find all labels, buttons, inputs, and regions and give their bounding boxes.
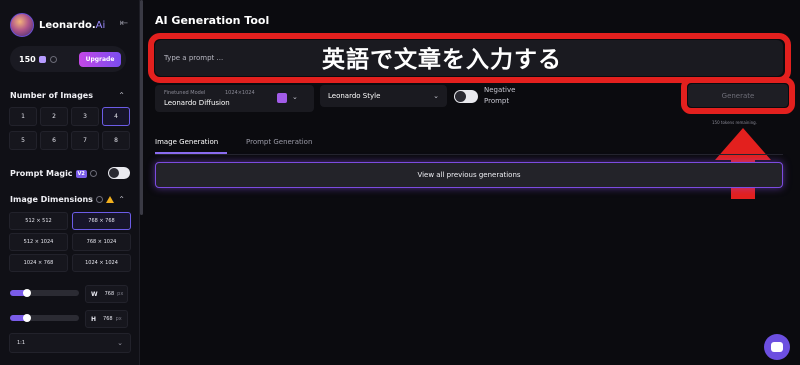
chevron-up-icon[interactable]: ⌃ [118, 195, 125, 204]
aspect-ratio-select[interactable]: 1:1 ⌄ [9, 333, 131, 353]
model-name: Leonardo Diffusion [164, 99, 230, 107]
dimension-option-button[interactable]: 512 × 512 [9, 212, 68, 230]
dimension-option-button[interactable]: 768 × 1024 [72, 233, 131, 251]
dimension-option-button[interactable]: 512 × 1024 [9, 233, 68, 251]
style-select[interactable]: Leonardo Style ⌄ [320, 85, 447, 107]
view-all-generations-button[interactable]: View all previous generations [155, 162, 783, 188]
number-option-button[interactable]: 8 [102, 131, 130, 150]
tab-divider [155, 154, 783, 155]
token-count: 150 [19, 54, 36, 64]
model-resolution: 1024×1024 [225, 90, 255, 96]
number-option-button[interactable]: 4 [102, 107, 130, 126]
chevron-down-icon: ⌄ [433, 92, 439, 100]
token-balance: 150 Upgrade [10, 46, 126, 72]
chat-icon [771, 342, 783, 352]
tab-image-generation[interactable]: Image Generation [155, 138, 218, 146]
number-option-button[interactable]: 7 [71, 131, 99, 150]
tab-prompt-generation[interactable]: Prompt Generation [246, 138, 312, 146]
annotation-caption: 英語で文章を入力する [322, 47, 562, 73]
help-icon[interactable] [89, 170, 97, 177]
image-dimensions-grid: 512 × 512 768 × 768 512 × 1024 768 × 1024 10… [9, 212, 131, 272]
width-value: 768 [104, 291, 115, 297]
prompt-magic-toggle[interactable] [108, 167, 130, 179]
info-icon[interactable] [49, 55, 57, 63]
model-select[interactable]: Finetuned Model 1024×1024 Leonardo Diffu… [155, 85, 314, 112]
page-title: AI Generation Tool [155, 14, 270, 27]
width-field[interactable]: W 768 px [85, 285, 128, 303]
height-value: 768 [103, 316, 113, 322]
height-field[interactable]: H 768 px [85, 310, 128, 328]
tokens-remaining: 150 tokens remaining. [712, 120, 757, 125]
number-option-button[interactable]: 3 [71, 107, 99, 126]
dimension-option-button[interactable]: 768 × 768 [72, 212, 131, 230]
upgrade-button[interactable]: Upgrade [79, 51, 121, 67]
token-coin-icon [38, 55, 46, 63]
number-of-images-grid: 1234 5678 [9, 107, 131, 150]
number-option-button[interactable]: 6 [40, 131, 68, 150]
dimension-option-button[interactable]: 1024 × 1024 [72, 254, 131, 272]
warning-icon [105, 196, 114, 203]
number-option-button[interactable]: 1 [9, 107, 37, 126]
image-dimensions-title: Image Dimensions [10, 195, 114, 204]
chat-support-button[interactable] [764, 334, 790, 360]
logo-avatar [10, 13, 34, 37]
chevron-up-icon[interactable]: ⌃ [118, 91, 125, 100]
negative-prompt-toggle[interactable] [454, 90, 478, 103]
prompt-magic-title: Prompt Magic V2 [10, 169, 97, 178]
annotation-frame-generate [681, 77, 795, 114]
height-slider[interactable] [10, 314, 79, 322]
chevron-down-icon: ⌄ [292, 93, 298, 101]
help-icon[interactable] [95, 196, 103, 203]
chevron-down-icon: ⌄ [117, 339, 123, 347]
sidebar: Leonardo.Ai ⇤ 150 Upgrade Number of Imag… [0, 0, 140, 365]
number-option-button[interactable]: 2 [40, 107, 68, 126]
height-slider-thumb[interactable] [23, 314, 32, 322]
negative-prompt-label: Negative Prompt [484, 86, 516, 105]
number-of-images-title: Number of Images [10, 91, 93, 100]
collapse-sidebar-icon[interactable]: ⇤ [118, 18, 130, 30]
model-icon [277, 93, 287, 103]
width-slider[interactable] [10, 289, 79, 297]
number-option-button[interactable]: 5 [9, 131, 37, 150]
prompt-magic-version-badge: V2 [75, 169, 87, 178]
brand-name: Leonardo.Ai [39, 19, 106, 31]
width-slider-thumb[interactable] [23, 289, 32, 297]
sidebar-scrollbar[interactable] [140, 0, 143, 215]
brand-logo[interactable]: Leonardo.Ai ⇤ [10, 12, 132, 38]
dimension-option-button[interactable]: 1024 × 768 [9, 254, 68, 272]
